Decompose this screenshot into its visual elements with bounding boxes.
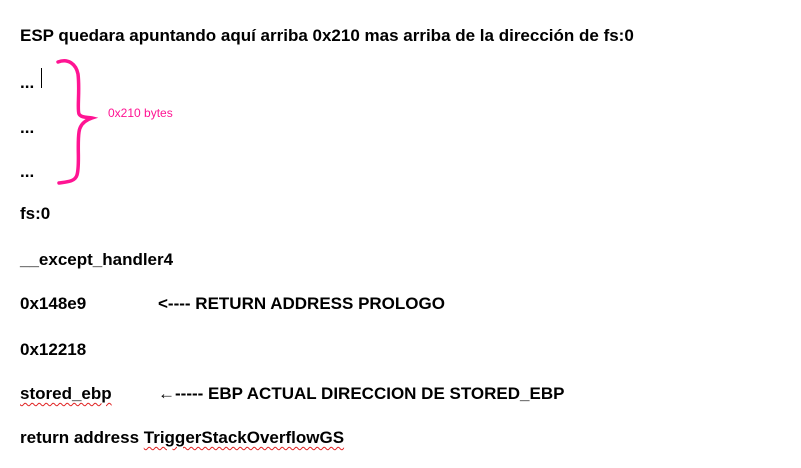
fs-line: fs:0	[20, 204, 51, 223]
return-prologo-line: 0x148e9	[20, 294, 87, 313]
address-line: 0x12218	[20, 340, 87, 359]
brace-label: 0x210 bytes	[108, 106, 173, 120]
function-name: TriggerStackOverflowGS	[143, 428, 345, 447]
stored-ebp-line: stored_ebp	[20, 384, 112, 404]
handler-line: __except_handler4	[20, 250, 174, 269]
ebp-arrow: ←----- EBP ACTUAL DIRECCION DE STORED_EB…	[158, 384, 565, 403]
return-address-prefix: return address	[20, 428, 144, 447]
curly-brace-annotation	[56, 59, 99, 185]
stored-ebp-text: stored_ebp	[20, 384, 112, 403]
return-prologo-arrow: <---- RETURN ADDRESS PROLOGO	[158, 294, 445, 313]
return-address-line: return address TriggerStackOverflowGS	[20, 428, 344, 448]
